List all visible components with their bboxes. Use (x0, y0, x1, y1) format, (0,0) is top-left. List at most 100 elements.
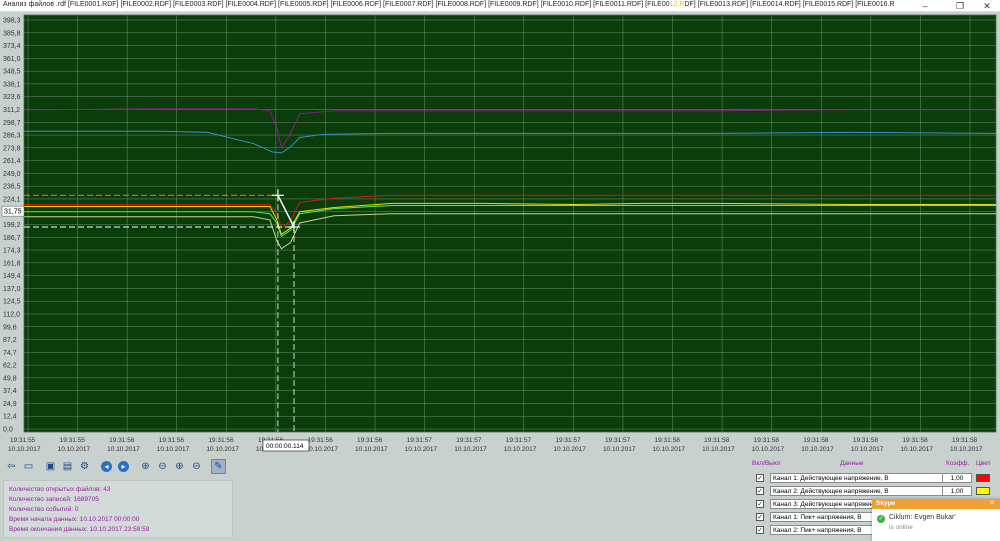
x-tick-date: 10.10.2017 (603, 446, 636, 453)
zoom-out-icon: ⊖ (158, 461, 167, 472)
channel-coef-input[interactable]: 1,00 (942, 486, 972, 496)
channel-color-swatch[interactable] (976, 474, 990, 482)
header-data: Данные (840, 460, 864, 467)
data-start-time: Время начала данных: 10.10.2017 00:00:00 (9, 516, 140, 523)
x-tick-time: 19:31:58 (902, 437, 928, 444)
door-exit-button[interactable]: ⇦ (4, 459, 19, 474)
channel-label: Канал 1: Пик+ напряжения, В (773, 514, 862, 521)
minimize-button[interactable]: – (910, 0, 940, 12)
x-tick-time: 19:31:55 (10, 437, 36, 444)
y-tick-label: 87,2 (3, 337, 17, 344)
x-tick-time: 19:31:58 (853, 437, 879, 444)
channel-label: Канал 2: Действующее напряжение, В (773, 488, 889, 495)
y-tick-label: 112,0 (3, 311, 20, 318)
zoom-out-y-button[interactable]: ⊖ (189, 459, 204, 474)
y-tick-label: 249,0 (3, 171, 21, 178)
y-tick-label: 0,0 (3, 427, 13, 434)
y-tick-label: 137,0 (3, 286, 21, 293)
save-button[interactable]: ▣ (43, 459, 58, 474)
x-tick-time: 19:31:57 (605, 437, 631, 444)
x-tick-date: 10.10.2017 (8, 446, 41, 453)
y-tick-label: 174,3 (3, 248, 21, 255)
channel-checkbox[interactable]: ✓ (756, 526, 764, 534)
settings-gear-button[interactable]: ⚙ (77, 459, 92, 474)
y-tick-label: 273,8 (3, 145, 21, 152)
y-tick-label: 149,4 (3, 273, 21, 280)
x-tick-time: 19:31:55 (60, 437, 86, 444)
header-color: Цвет (976, 460, 991, 467)
title-bar: Анализ файлов .rdf [FILE0001.RDF] [FILE0… (0, 0, 1000, 12)
channel-row: ✓ Канал 2: Действующее напряжение, В▾1,00 (756, 486, 1000, 497)
close-button[interactable]: ✕ (972, 0, 1000, 12)
zoom-out-button[interactable]: ⊖ (155, 459, 170, 474)
y-tick-label: 348,5 (3, 69, 21, 76)
skype-notification[interactable]: Skype ✕ ✓ Ciklum: Evgen Bukar' is online (872, 499, 1000, 541)
channel-row: ✓ Канал 1: Действующее напряжение, В▾1,00 (756, 473, 1000, 484)
files-count: Количество открытых файлов: 43 (9, 486, 111, 493)
bottom-panel: ⇦ ▭ ▣ ▤ ⚙ ◂ ▸ ⊕ ⊖ ⊕ ⊖ ✎ Количество открытых файлов:… (0, 458, 1000, 541)
y-tick-label: 236,5 (3, 184, 21, 191)
events-count: Количество событий: 0 (9, 506, 79, 513)
folder-open-button[interactable]: ▭ (21, 459, 36, 474)
x-tick-date: 10.10.2017 (206, 446, 239, 453)
y-tick-label: 186,7 (3, 235, 21, 242)
arrow-left-button[interactable]: ◂ (99, 459, 114, 474)
channel-checkbox[interactable]: ✓ (756, 500, 764, 508)
zoom-in-y-icon: ⊕ (175, 461, 184, 472)
arrow-right-button[interactable]: ▸ (116, 459, 131, 474)
toast-brand: Skype (876, 500, 896, 507)
print-button[interactable]: ▤ (60, 459, 75, 474)
y-tick-label: 24,9 (3, 401, 17, 408)
channel-checkbox[interactable]: ✓ (756, 474, 764, 482)
y-tick-label: 37,4 (3, 388, 17, 395)
channel-coef-input[interactable]: 1,00 (942, 473, 972, 483)
channel-checkbox[interactable]: ✓ (756, 487, 764, 495)
y-tick-label: 385,8 (3, 30, 21, 37)
channel-label: Канал 2: Пик+ напряжения, В (773, 527, 862, 534)
save-icon: ▣ (45, 461, 56, 472)
y-tick-label: 323,6 (3, 94, 21, 101)
x-tick-time: 19:31:58 (655, 437, 681, 444)
window-title: Анализ файлов .rdf [FILE0001.RDF] [FILE0… (3, 1, 895, 8)
toolbar-separator (38, 459, 41, 475)
plot-background (24, 15, 996, 432)
toolbar: ⇦ ▭ ▣ ▤ ⚙ ◂ ▸ ⊕ ⊖ ⊕ ⊖ ✎ (4, 459, 226, 475)
x-tick-date: 10.10.2017 (900, 446, 933, 453)
y-tick-label: 336,1 (3, 81, 21, 88)
channel-checkbox[interactable]: ✓ (756, 513, 764, 521)
voltage-chart[interactable]: 398,3 385,8 373,4 361,0 348,5 336,1 323,6 311,2… (0, 12, 1000, 458)
x-tick-date: 10.10.2017 (950, 446, 983, 453)
y-tick-label: 298,7 (3, 120, 21, 127)
x-tick-time: 19:31:58 (803, 437, 829, 444)
door-exit-icon: ⇦ (7, 461, 16, 472)
folder-open-icon: ▭ (23, 461, 34, 472)
x-tick-time: 19:31:56 (109, 437, 135, 444)
x-tick-time: 19:31:57 (407, 437, 433, 444)
x-tick-time: 19:31:56 (357, 437, 383, 444)
x-tick-time: 19:31:56 (159, 437, 185, 444)
x-tick-date: 10.10.2017 (702, 446, 735, 453)
y-tick-label: 199,2 (3, 222, 21, 229)
y-tick-label: 12,4 (3, 414, 17, 421)
zoom-in-y-button[interactable]: ⊕ (172, 459, 187, 474)
zoom-in-button[interactable]: ⊕ (138, 459, 153, 474)
channel-select[interactable]: Канал 1: Действующее напряжение, В▾ (770, 473, 954, 483)
y-tick-label: 361,0 (3, 56, 21, 63)
measure-tool-button[interactable]: ✎ (211, 459, 226, 474)
toolbar-separator (133, 459, 136, 475)
x-tick-date: 10.10.2017 (553, 446, 586, 453)
info-panel: Количество открытых файлов: 43 Количеств… (3, 480, 233, 538)
toast-message: Ciklum: Evgen Bukar' (889, 514, 956, 521)
x-tick-date: 10.10.2017 (752, 446, 785, 453)
header-coef: Коэфф. (946, 460, 970, 467)
channel-select[interactable]: Канал 2: Действующее напряжение, В▾ (770, 486, 954, 496)
zoom-in-icon: ⊕ (141, 461, 150, 472)
toast-close-icon[interactable]: ✕ (989, 499, 995, 509)
arrow-left-icon: ◂ (101, 461, 112, 472)
maximize-button[interactable]: ❐ (945, 0, 975, 12)
y-tick-label: 311,2 (3, 107, 20, 114)
cursor-x-label: 00:00:00.114 (266, 443, 304, 450)
y-tick-label: 49,8 (3, 375, 17, 382)
chart-area[interactable]: 398,3 385,8 373,4 361,0 348,5 336,1 323,6 311,2… (0, 12, 1000, 458)
channel-color-swatch[interactable] (976, 487, 990, 495)
